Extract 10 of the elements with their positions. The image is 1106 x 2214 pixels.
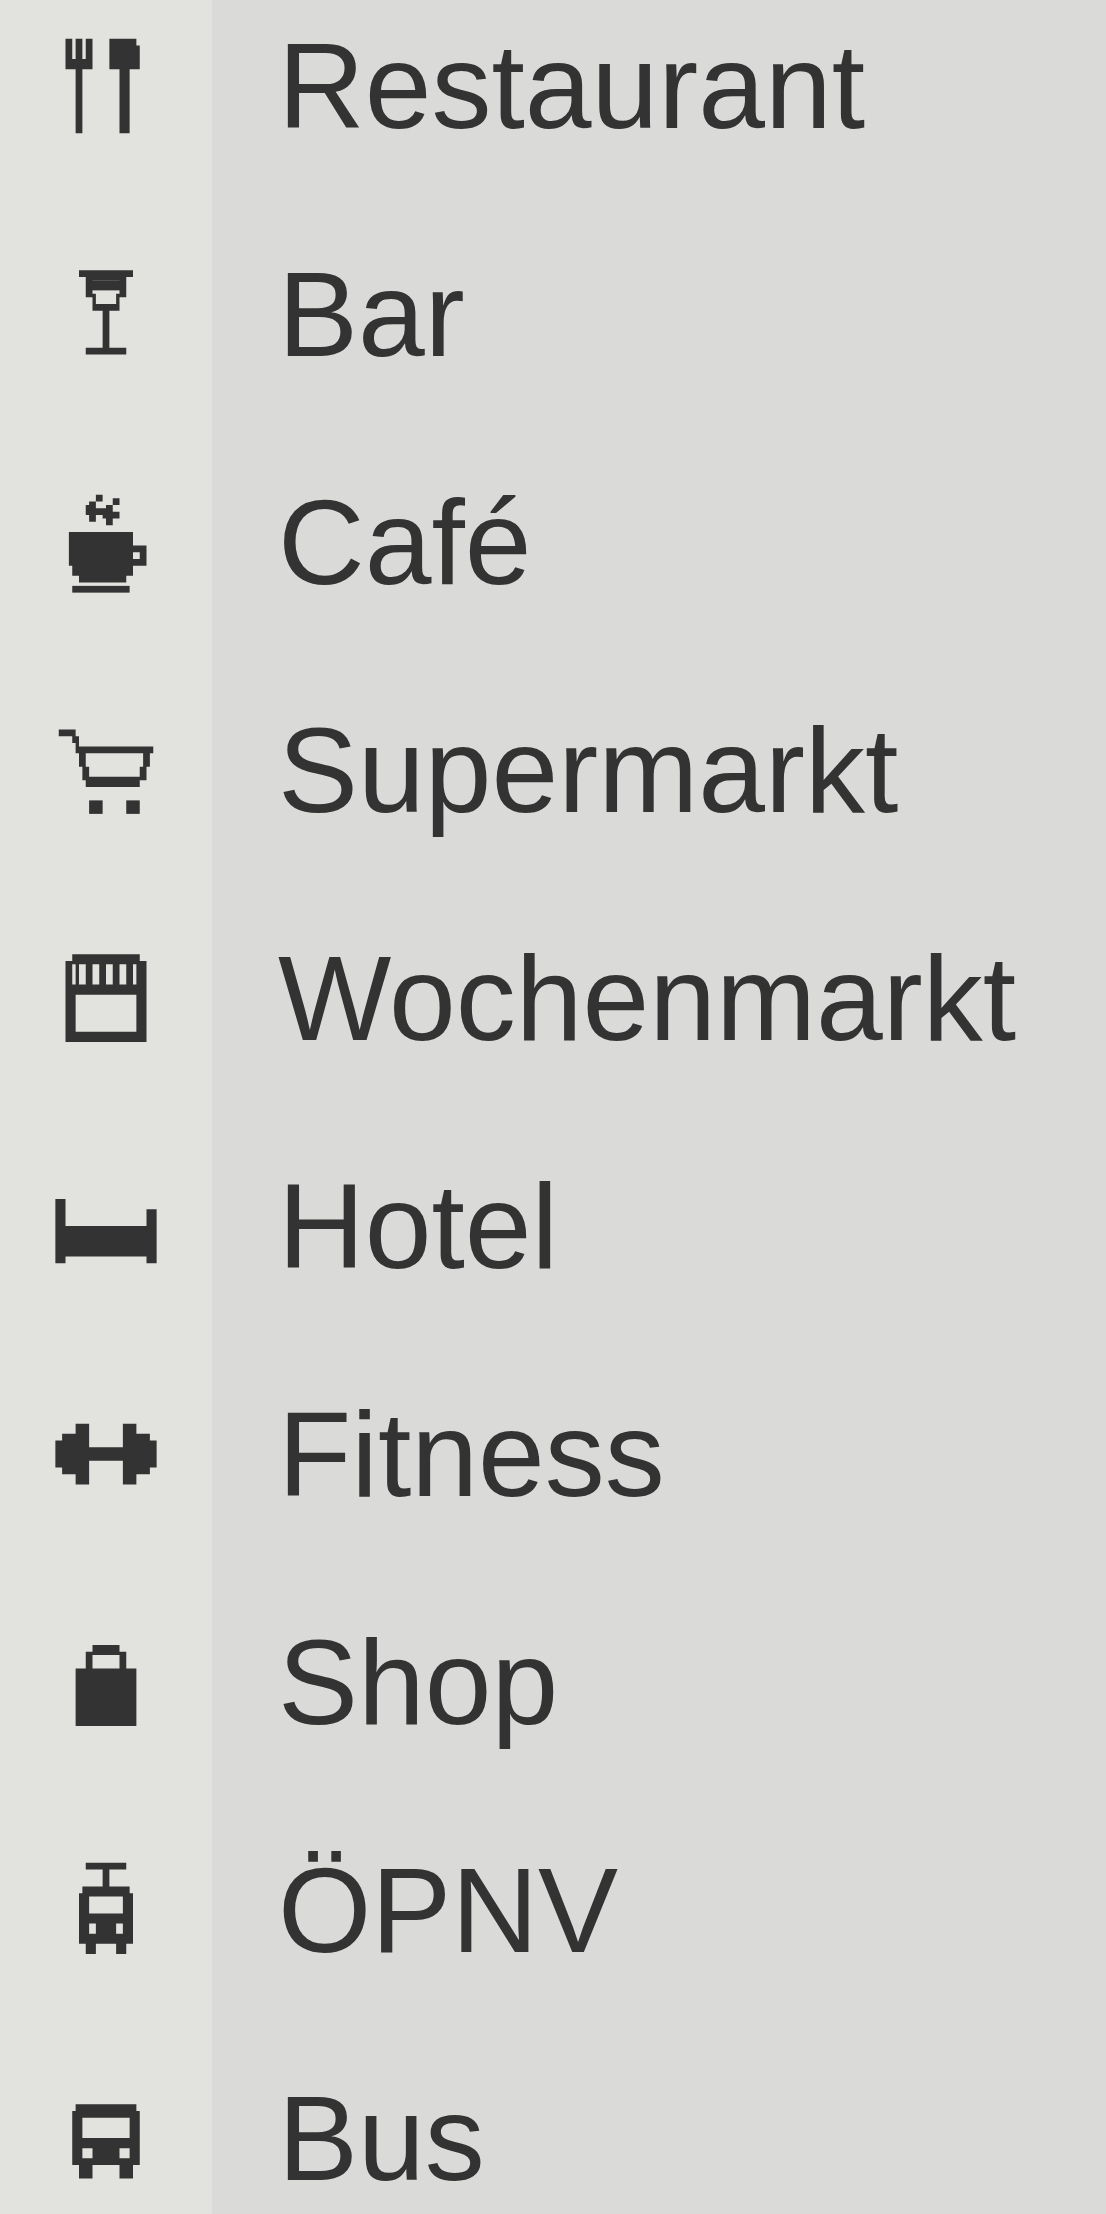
category-label[interactable]: Shop — [278, 1613, 559, 1751]
category-label[interactable]: Restaurant — [278, 17, 865, 155]
category-label[interactable]: ÖPNV — [278, 1841, 619, 1979]
category-label[interactable]: Supermarkt — [278, 701, 899, 839]
category-label[interactable]: Hotel — [278, 1157, 559, 1295]
category-label[interactable]: Bar — [278, 245, 465, 383]
category-label[interactable]: Café — [278, 473, 532, 611]
category-label[interactable]: Bus — [278, 2069, 485, 2207]
category-label[interactable]: Wochenmarkt — [278, 929, 1017, 1067]
category-label[interactable]: Fitness — [278, 1385, 665, 1523]
